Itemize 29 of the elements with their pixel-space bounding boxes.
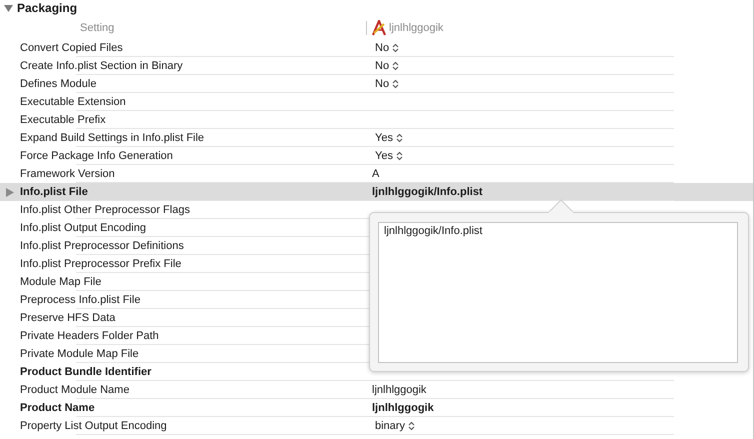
setting-name: Info.plist Preprocessor Definitions xyxy=(20,240,185,252)
setting-name: Private Module Map File xyxy=(20,348,140,360)
setting-name: Preserve HFS Data xyxy=(20,312,116,324)
setting-name: Framework Version xyxy=(20,168,116,180)
setting-name: Expand Build Settings in Info.plist File xyxy=(20,132,206,144)
setting-name: Create Info.plist Section in Binary xyxy=(20,60,184,72)
setting-name: Preprocess Info.plist File xyxy=(20,294,142,306)
setting-name: Info.plist File xyxy=(20,186,89,198)
setting-name: Product Bundle Identifier xyxy=(20,366,152,378)
setting-value: ljnlhlggogik/Info.plist xyxy=(371,186,483,198)
setting-value: ljnlhlggogik xyxy=(371,384,426,396)
column-header: Setting xyxy=(79,22,116,34)
setting-value: A xyxy=(371,168,380,180)
setting-name: Private Headers Folder Path xyxy=(20,330,160,342)
setting-name: Info.plist Other Preprocessor Flags xyxy=(20,204,191,216)
setting-name: Property List Output Encoding xyxy=(20,420,168,432)
setting-name: Force Package Info Generation xyxy=(20,150,174,162)
setting-name: Product Module Name xyxy=(20,384,130,396)
setting-name: Module Map File xyxy=(20,276,102,288)
section-title: Packaging xyxy=(17,1,78,15)
setting-name: Product Name xyxy=(20,402,96,414)
setting-name: Defines Module xyxy=(20,78,98,90)
setting-name: Info.plist Output Encoding xyxy=(20,222,147,234)
setting-name: Info.plist Preprocessor Prefix File xyxy=(20,258,182,270)
column-header: ljnlhlggogik xyxy=(389,22,444,34)
setting-name: Convert Copied Files xyxy=(20,42,124,54)
setting-name: Executable Extension xyxy=(20,96,127,108)
setting-name: Executable Prefix xyxy=(20,114,107,126)
setting-value: ljnlhlggogik xyxy=(371,402,434,414)
